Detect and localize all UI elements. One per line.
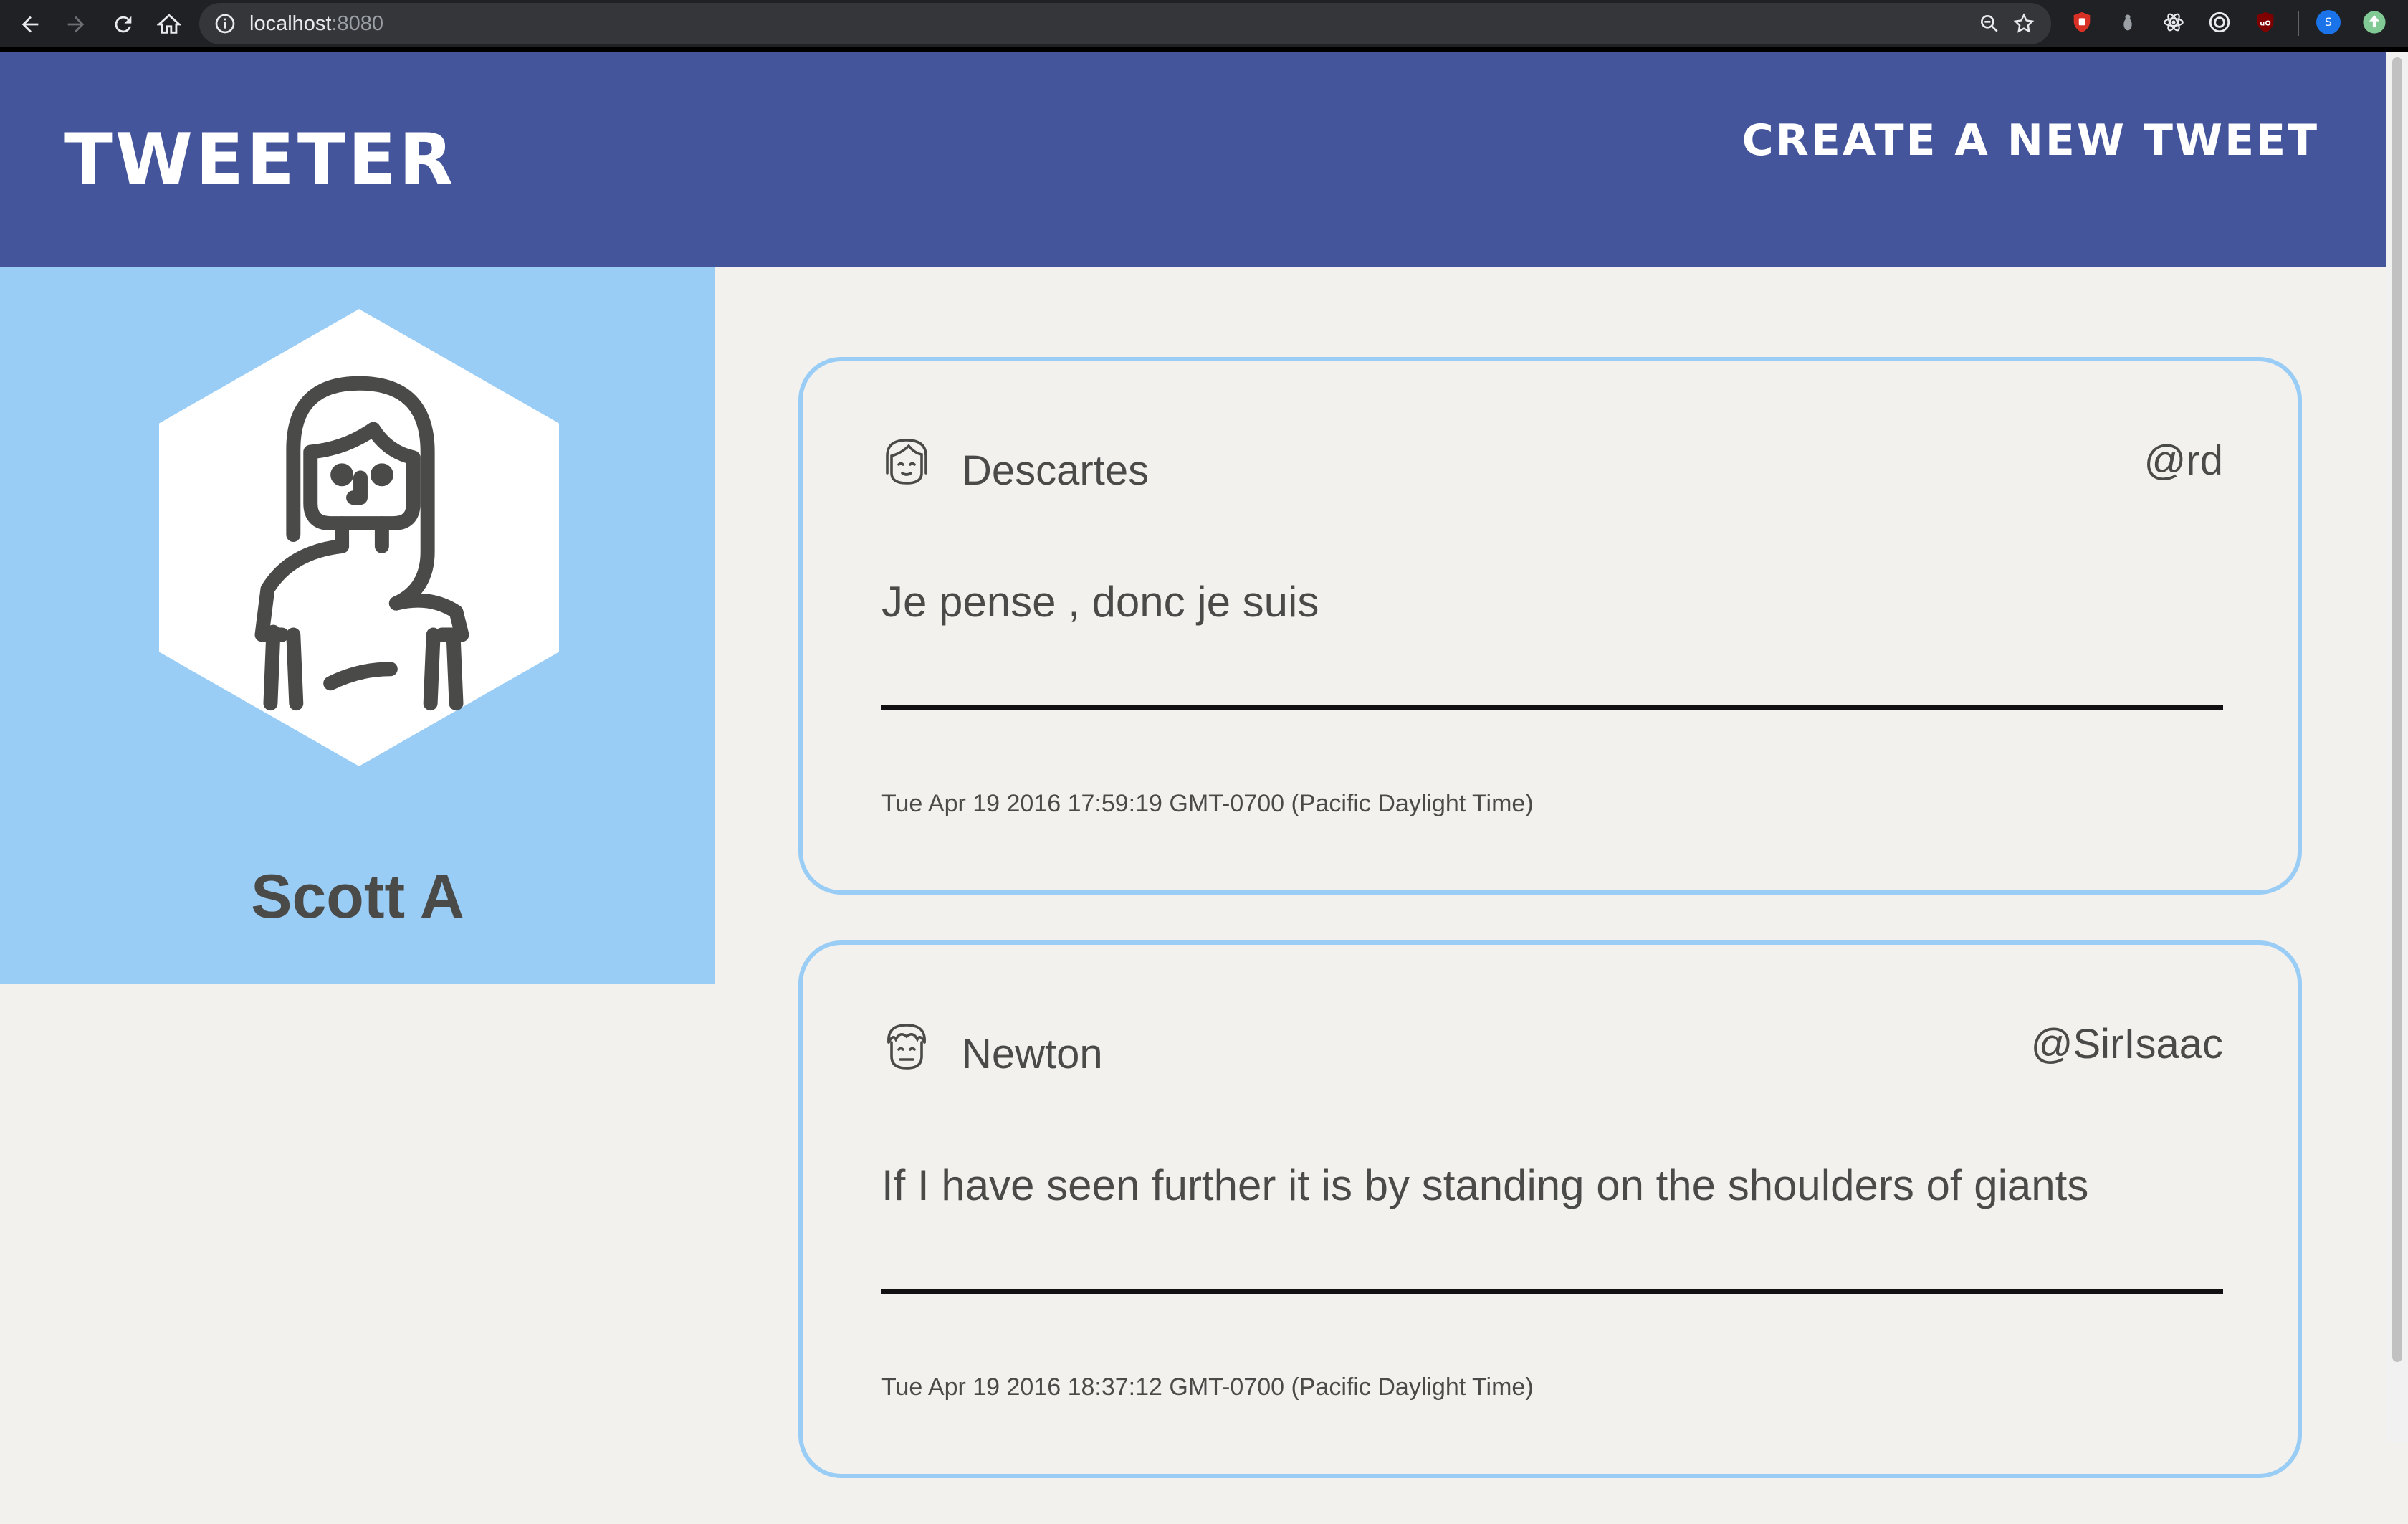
react-extension-icon[interactable] xyxy=(2161,10,2186,34)
target-extension-icon[interactable] xyxy=(2207,10,2232,34)
profile-panel: Scott A xyxy=(0,267,715,984)
browser-toolbar: localhost:8080 uO S xyxy=(0,0,2408,52)
tweet-card: Descartes @rd Je pense , donc je suis Tu… xyxy=(798,357,2302,895)
tweet-text: If I have seen further it is by standing… xyxy=(882,1161,2089,1209)
create-new-tweet-button[interactable]: CREATE A NEW TWEET xyxy=(1742,119,2319,162)
url-text[interactable]: localhost:8080 xyxy=(249,12,383,35)
tweet-divider xyxy=(882,1289,2223,1294)
tweet-author-handle: @SirIsaac xyxy=(2030,1021,2223,1067)
page-scrollbar-thumb[interactable] xyxy=(2392,57,2402,1362)
tweet-author-handle: @rd xyxy=(2144,437,2223,484)
ublock-extension-icon[interactable]: uO xyxy=(2253,10,2278,34)
home-icon xyxy=(157,14,181,34)
app-header: TWEETER CREATE A NEW TWEET xyxy=(0,52,2386,267)
profile-avatar-image xyxy=(159,309,559,766)
tweet-list: Descartes @rd Je pense , donc je suis Tu… xyxy=(798,357,2302,1524)
tweet-card: Newton @SirIsaac If I have seen further … xyxy=(798,940,2302,1478)
tweet-divider xyxy=(882,705,2223,710)
profile-avatar[interactable]: S xyxy=(2316,10,2341,34)
toolbar-separator xyxy=(2298,11,2299,36)
reload-icon xyxy=(115,16,132,33)
address-bar[interactable]: localhost:8080 xyxy=(199,3,2051,44)
bookmark-star-icon[interactable] xyxy=(2012,12,2035,35)
bug-extension-icon[interactable] xyxy=(2116,10,2140,34)
arrow-right-icon xyxy=(67,16,85,33)
reload-button[interactable] xyxy=(105,6,142,43)
back-button[interactable] xyxy=(11,6,49,43)
brand-logo[interactable]: TWEETER xyxy=(64,125,456,195)
tweet-author-avatar-icon xyxy=(886,439,927,485)
tweet-timestamp: Tue Apr 19 2016 18:37:12 GMT-0700 (Pacif… xyxy=(882,1373,1534,1401)
forward-button[interactable] xyxy=(57,6,95,43)
url-host: localhost xyxy=(249,12,332,35)
tweet-text: Je pense , donc je suis xyxy=(882,578,1319,626)
update-icon[interactable] xyxy=(2362,10,2386,34)
profile-name: Scott A xyxy=(251,862,464,931)
url-port: :8080 xyxy=(331,12,384,35)
shield-extension-icon[interactable] xyxy=(2070,10,2094,34)
home-button[interactable] xyxy=(150,6,188,43)
tweet-author-avatar-icon xyxy=(887,1024,926,1070)
svg-text:uO: uO xyxy=(2260,19,2270,27)
tweet-timestamp: Tue Apr 19 2016 17:59:19 GMT-0700 (Pacif… xyxy=(882,790,1534,817)
arrow-left-icon xyxy=(22,16,39,33)
tweet-author-name: Descartes xyxy=(962,447,1150,494)
zoom-icon[interactable] xyxy=(1978,12,2001,35)
tweet-author-name: Newton xyxy=(962,1031,1103,1077)
info-icon[interactable] xyxy=(214,12,236,35)
